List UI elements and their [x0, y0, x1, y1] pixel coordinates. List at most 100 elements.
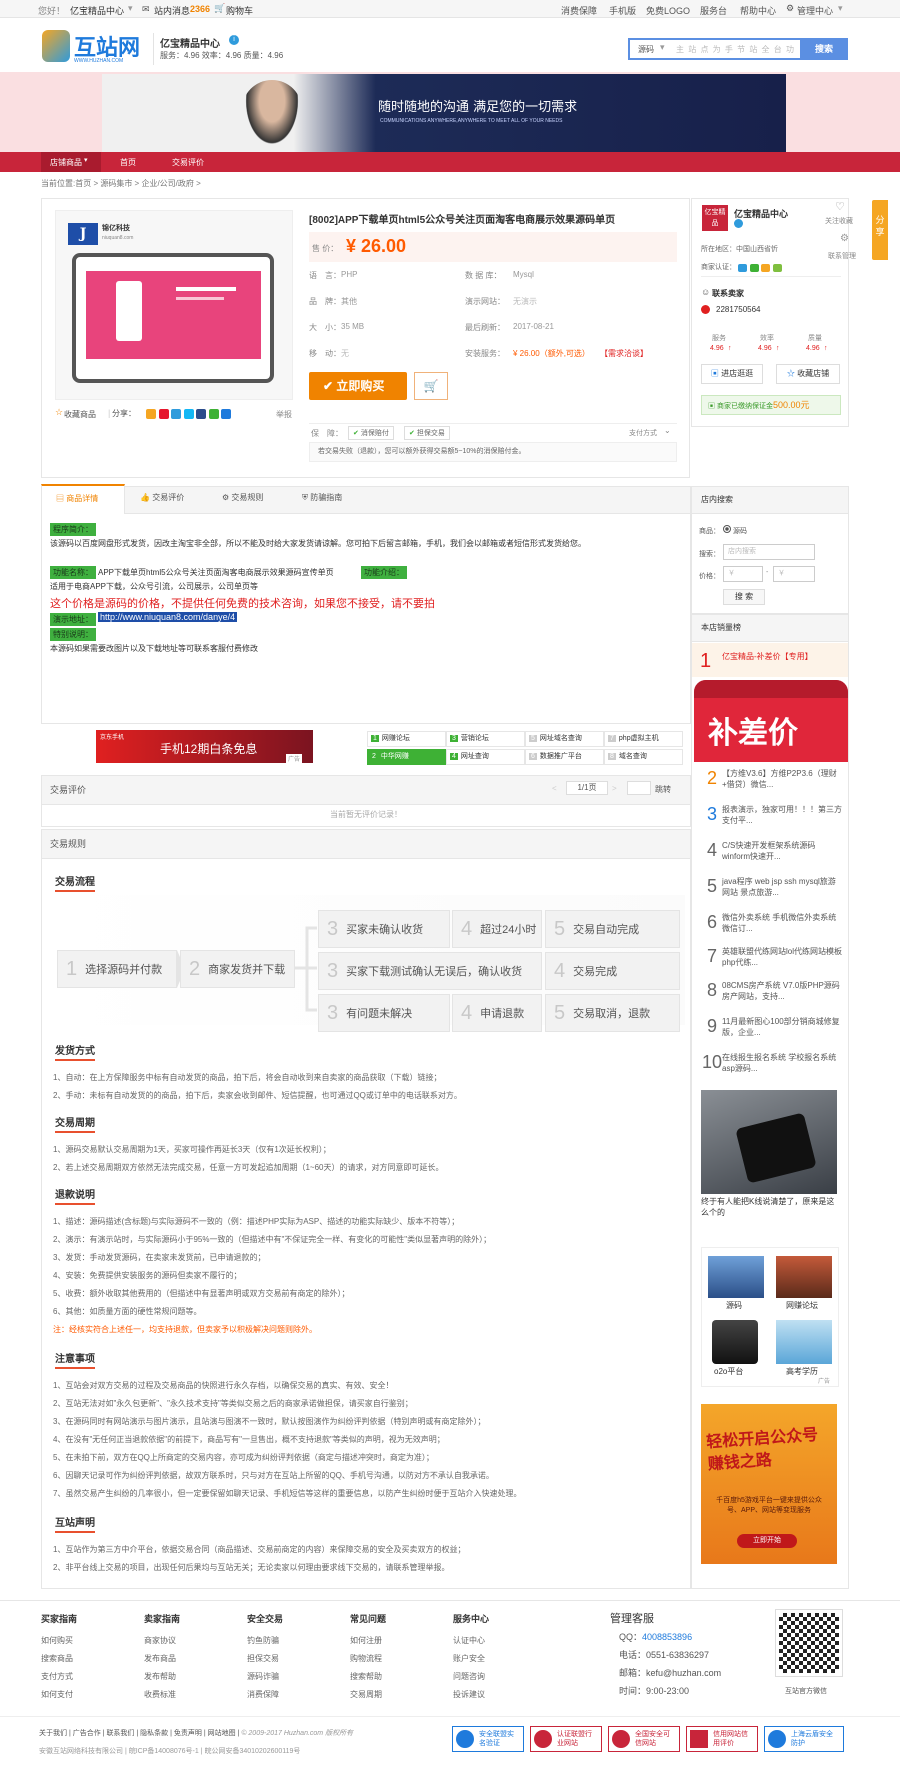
rank-title[interactable]: java程序 web jsp ssh mysql旅游网站 景点旅游... — [722, 876, 842, 898]
footer-link[interactable]: 问题咨询 — [453, 1668, 489, 1686]
footer-link[interactable]: 发布帮助 — [144, 1668, 180, 1686]
tencent-weibo-icon[interactable] — [171, 408, 182, 419]
rank-title[interactable]: 08CMS房产系统 V7.0版PHP源码房产网站，支持... — [722, 980, 842, 1002]
prev-page-icon[interactable]: < — [552, 784, 557, 793]
jd-ad[interactable]: 京东手机 手机12期白条免息 广告 — [96, 730, 313, 763]
bottom-link[interactable]: 关于我们 — [39, 1730, 67, 1737]
cert-badge[interactable]: 认证联盟行业网站 — [530, 1726, 602, 1752]
link-help-center[interactable]: 帮助中心 — [740, 4, 776, 17]
game-ad[interactable]: 轻松开启公众号赚钱之路 千百度h5游戏平台一键来提供公众号、APP、网站等变现服… — [701, 1404, 837, 1564]
service-qq-number[interactable]: 4008853896 — [642, 1632, 692, 1642]
site-messages-link[interactable]: 站内消息 — [154, 4, 190, 17]
search-button[interactable]: 搜索 — [800, 38, 848, 60]
link-service-desk[interactable]: 服务台 — [700, 4, 727, 17]
add-to-cart-button[interactable]: 🛒 — [414, 372, 448, 400]
link-consumer-protection[interactable]: 消费保障 — [561, 4, 597, 17]
quicklink-item[interactable]: 2 中华网赚 — [367, 749, 446, 765]
footer-link[interactable]: 担保交易 — [247, 1650, 283, 1668]
shop-search-input[interactable]: 店内搜索 — [723, 544, 815, 560]
heart-icon[interactable]: ♡ — [835, 200, 845, 213]
footer-link[interactable]: 如何注册 — [350, 1632, 386, 1650]
cert-badge[interactable]: 安全联盟实名验证 — [452, 1726, 524, 1752]
shop-search-button[interactable]: 搜 索 — [723, 589, 765, 605]
footer-link[interactable]: 如何支付 — [41, 1686, 77, 1704]
footer-link[interactable]: 投诉建议 — [453, 1686, 489, 1704]
footer-link[interactable]: 搜索帮助 — [350, 1668, 386, 1686]
footer-link[interactable]: 收费标准 — [144, 1686, 180, 1704]
cert-badge[interactable]: 信用网站信用评价 — [686, 1726, 758, 1752]
rank-title[interactable]: 报表演示，独家可用！！！第三方支付平... — [722, 804, 842, 826]
quicklink-item[interactable]: 4 网址查询 — [446, 749, 525, 765]
footer-link[interactable]: 商家协议 — [144, 1632, 180, 1650]
rank-title[interactable]: 11月最新图心100部分销商城修复版，企业... — [722, 1016, 842, 1038]
footer-link[interactable]: 交易周期 — [350, 1686, 386, 1704]
price-min-input[interactable]: ￥ — [723, 566, 763, 582]
quicklink-item[interactable]: 3 营销论坛 — [446, 731, 525, 747]
qzone-icon[interactable] — [146, 408, 156, 419]
tab-rules[interactable]: ⚙ 交易规则 — [222, 492, 263, 503]
gear-icon[interactable]: ⚙ — [840, 233, 849, 244]
buy-now-button[interactable]: ✔ 立即购买 — [309, 372, 407, 400]
next-page-icon[interactable]: > — [612, 784, 617, 793]
footer-link[interactable]: 购物流程 — [350, 1650, 386, 1668]
link-admin-center[interactable]: 管理中心 — [797, 4, 833, 17]
qq-icon[interactable] — [183, 408, 194, 419]
grid-image[interactable] — [776, 1256, 832, 1298]
grid-image[interactable] — [776, 1320, 832, 1364]
bottom-link[interactable]: 隐私条款 — [140, 1730, 168, 1737]
radio-button[interactable] — [723, 525, 731, 533]
footer-link[interactable]: 账户安全 — [453, 1650, 489, 1668]
enter-shop-button[interactable]: ▣ 进店逛逛 — [701, 364, 763, 384]
banner-ad[interactable]: 随时随地的沟通 满足您的一切需求 COMMUNICATIONS ANYWHERE… — [102, 74, 786, 152]
cert-badge[interactable]: 上海云盾安全防护 — [764, 1726, 844, 1752]
site-logo[interactable]: 互站网 WWW.HUZHAN.COM — [42, 28, 146, 68]
quicklink-item[interactable]: 6 数据推广平台 — [525, 749, 604, 765]
kline-ad-caption[interactable]: 终于有人能把K线说清楚了，原来是这么个的 — [701, 1196, 841, 1218]
link-free-logo[interactable]: 免费LOGO — [646, 4, 690, 17]
grid-label[interactable]: 源码 — [726, 1300, 742, 1311]
contact-admin-link[interactable]: 联系管理 — [828, 251, 856, 261]
nav-home[interactable]: 首页 — [120, 157, 136, 168]
tab-product-detail[interactable]: ▤ 商品详情 — [41, 484, 125, 514]
tab-reviews[interactable]: 👍 交易评价 — [140, 492, 184, 503]
rank-title[interactable]: C/S快速开发框架系统源码winform快速开... — [722, 840, 842, 862]
footer-link[interactable]: 消费保障 — [247, 1686, 283, 1704]
grid-image[interactable] — [708, 1256, 764, 1298]
demo-url-link[interactable]: http://www.niuquan8.com/danye/4 — [98, 612, 238, 622]
quicklink-item[interactable]: 8 域名查询 — [604, 749, 683, 765]
footer-link[interactable]: 认证中心 — [453, 1632, 489, 1650]
footer-link[interactable]: 搜索商品 — [41, 1650, 77, 1668]
page-jump-input[interactable] — [627, 781, 651, 795]
footer-link[interactable]: 支付方式 — [41, 1668, 77, 1686]
top1-title[interactable]: 亿宝精品-补差价【专用】 — [722, 651, 813, 662]
bottom-link[interactable]: 广告合作 — [73, 1730, 101, 1737]
bottom-link[interactable]: 免责声明 — [174, 1730, 202, 1737]
follow-link[interactable]: 关注收藏 — [825, 216, 853, 226]
grid-label[interactable]: 网赚论坛 — [786, 1300, 818, 1311]
grid-label[interactable]: o2o平台 — [714, 1366, 743, 1377]
bottom-link[interactable]: 联系我们 — [106, 1730, 134, 1737]
price-max-input[interactable]: ￥ — [773, 566, 815, 582]
quicklink-item[interactable]: 5 网址域名查询 — [525, 731, 604, 747]
footer-link[interactable]: 钓鱼防骗 — [247, 1632, 283, 1650]
seller-qq[interactable]: 2281750564 — [716, 305, 761, 314]
search-category-select[interactable]: 源码 — [638, 44, 654, 55]
rank-title[interactable]: 英雄联盟代练网站lol代练网站模板php代练... — [722, 946, 842, 968]
wechat-icon[interactable] — [208, 408, 219, 419]
nav-reviews[interactable]: 交易评价 — [172, 157, 204, 168]
bottom-link[interactable]: 网站地图 — [208, 1730, 236, 1737]
breadcrumb[interactable]: 当前位置:首页 > 源码集市 > 企业/公司/政府 > — [41, 178, 201, 189]
weibo-icon[interactable] — [158, 408, 169, 419]
cert-badge[interactable]: 全国安全可信网站 — [608, 1726, 680, 1752]
renren-icon[interactable] — [196, 408, 207, 419]
more-share-icon[interactable] — [221, 408, 232, 419]
quicklink-item[interactable]: 1 网赚论坛 — [367, 731, 446, 747]
qq-icon[interactable] — [701, 305, 710, 314]
seller-name[interactable]: 亿宝精品中心 — [734, 207, 788, 220]
rank-title[interactable]: 微信外卖系统 手机微信外卖系统 微信订... — [722, 912, 842, 934]
install-negotiate-link[interactable]: 【需求洽谈】 — [600, 348, 648, 359]
rank-title[interactable]: 在线报生报名系统 学校报名系统 asp源码... — [722, 1052, 842, 1074]
footer-link[interactable]: 如何购买 — [41, 1632, 77, 1650]
jump-button[interactable]: 跳转 — [655, 784, 671, 795]
payment-methods-toggle[interactable]: 支付方式 — [629, 428, 657, 438]
